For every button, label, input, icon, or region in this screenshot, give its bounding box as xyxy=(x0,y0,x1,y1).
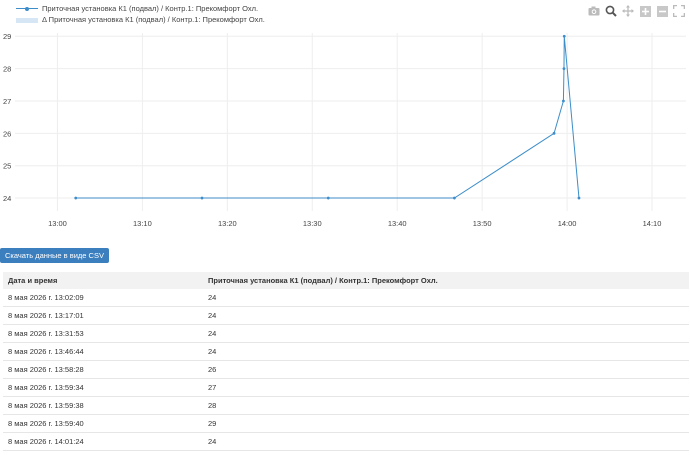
y-tick-label: 29 xyxy=(3,32,11,41)
column-header-value[interactable]: Приточная установка К1 (подвал) / Контр.… xyxy=(203,272,689,289)
y-tick-label: 26 xyxy=(3,129,11,138)
cell-value: 29 xyxy=(203,414,689,433)
table-row: 8 мая 2026 г. 13:59:40 29 xyxy=(3,414,689,433)
table-row: 8 мая 2026 г. 13:02:09 24 xyxy=(3,289,689,307)
table-row: 8 мая 2026 г. 13:17:01 24 xyxy=(3,306,689,325)
table-row: 8 мая 2026 г. 13:46:44 24 xyxy=(3,342,689,361)
table-row: 8 мая 2026 г. 13:58:28 26 xyxy=(3,360,689,379)
x-tick-label: 13:20 xyxy=(218,219,237,228)
data-point xyxy=(577,196,581,200)
cell-value: 24 xyxy=(203,289,689,307)
cell-datetime: 8 мая 2026 г. 13:58:28 xyxy=(3,360,203,379)
x-tick-label: 14:10 xyxy=(643,219,662,228)
table-row: 8 мая 2026 г. 14:01:24 24 xyxy=(3,432,689,451)
data-point xyxy=(562,34,566,38)
chart-modebar xyxy=(587,4,686,18)
y-tick-label: 28 xyxy=(3,65,11,74)
data-point xyxy=(562,99,565,103)
series-line xyxy=(75,36,580,199)
legend-series-label: Приточная установка К1 (подвал) / Контр.… xyxy=(42,4,259,13)
cell-datetime: 8 мая 2026 г. 13:17:01 xyxy=(3,306,203,325)
cell-datetime: 8 мая 2026 г. 13:59:40 xyxy=(3,414,203,433)
x-tick-label: 13:40 xyxy=(388,219,407,228)
legend-area-swatch xyxy=(16,17,38,23)
x-tick-label: 13:00 xyxy=(48,219,67,228)
legend-line-swatch xyxy=(16,5,38,13)
data-point xyxy=(200,196,204,200)
cell-datetime: 8 мая 2026 г. 13:46:44 xyxy=(3,342,203,361)
cell-value: 24 xyxy=(203,432,689,451)
cell-value: 24 xyxy=(203,324,689,343)
chart-series xyxy=(74,34,581,200)
y-tick-label: 25 xyxy=(3,162,11,171)
data-table: Дата и время Приточная установка К1 (под… xyxy=(3,272,689,451)
autoscale-icon[interactable] xyxy=(672,4,686,18)
data-point xyxy=(562,67,566,70)
pan-icon[interactable] xyxy=(621,4,635,18)
data-point xyxy=(74,196,78,200)
zoom-in-icon[interactable] xyxy=(638,4,652,18)
y-tick-label: 27 xyxy=(3,97,11,106)
data-point xyxy=(326,196,330,200)
cell-value: 24 xyxy=(203,306,689,325)
cell-datetime: 8 мая 2026 г. 14:01:24 xyxy=(3,432,203,451)
x-tick-label: 13:50 xyxy=(473,219,492,228)
legend-item-series[interactable]: Приточная установка К1 (подвал) / Контр.… xyxy=(16,3,265,14)
zoom-out-icon[interactable] xyxy=(655,4,669,18)
table-body: 8 мая 2026 г. 13:02:09 24 8 мая 2026 г. 13… xyxy=(3,289,689,451)
cell-datetime: 8 мая 2026 г. 13:31:53 xyxy=(3,324,203,343)
data-point xyxy=(552,131,556,135)
cell-value: 27 xyxy=(203,378,689,397)
cell-value: 28 xyxy=(203,396,689,415)
zoom-icon[interactable] xyxy=(604,4,618,18)
legend-item-delta[interactable]: Δ Приточная установка К1 (подвал) / Конт… xyxy=(16,14,265,25)
cell-value: 26 xyxy=(203,360,689,379)
table-header-row: Дата и время Приточная установка К1 (под… xyxy=(3,272,689,289)
x-tick-label: 14:00 xyxy=(558,219,577,228)
x-tick-label: 13:30 xyxy=(303,219,322,228)
table-row: 8 мая 2026 г. 13:31:53 24 xyxy=(3,324,689,343)
data-point xyxy=(453,196,456,200)
table-row: 8 мая 2026 г. 13:59:34 27 xyxy=(3,378,689,397)
chart-grid xyxy=(15,33,686,211)
cell-datetime: 8 мая 2026 г. 13:59:38 xyxy=(3,396,203,415)
legend-delta-label: Δ Приточная установка К1 (подвал) / Конт… xyxy=(42,15,265,24)
chart-legend: Приточная установка К1 (подвал) / Контр.… xyxy=(16,3,265,25)
camera-icon[interactable] xyxy=(587,4,601,18)
y-tick-label: 24 xyxy=(3,194,11,203)
x-axis-ticks: 13:00 13:10 13:20 13:30 13:40 13:50 14:00 14:10 xyxy=(48,219,661,228)
cell-value: 24 xyxy=(203,342,689,361)
download-csv-button[interactable]: Скачать данные в виде CSV xyxy=(0,248,109,263)
table-row: 8 мая 2026 г. 13:59:38 28 xyxy=(3,396,689,415)
column-header-datetime[interactable]: Дата и время xyxy=(3,272,203,289)
line-chart[interactable]: 242526272829 13:00 13:10 13:20 13:30 13:40 13… xyxy=(0,25,690,235)
cell-datetime: 8 мая 2026 г. 13:02:09 xyxy=(3,289,203,307)
cell-datetime: 8 мая 2026 г. 13:59:34 xyxy=(3,378,203,397)
y-axis-ticks: 24 25 26 27 28 29 xyxy=(3,32,11,203)
x-tick-label: 13:10 xyxy=(133,219,152,228)
